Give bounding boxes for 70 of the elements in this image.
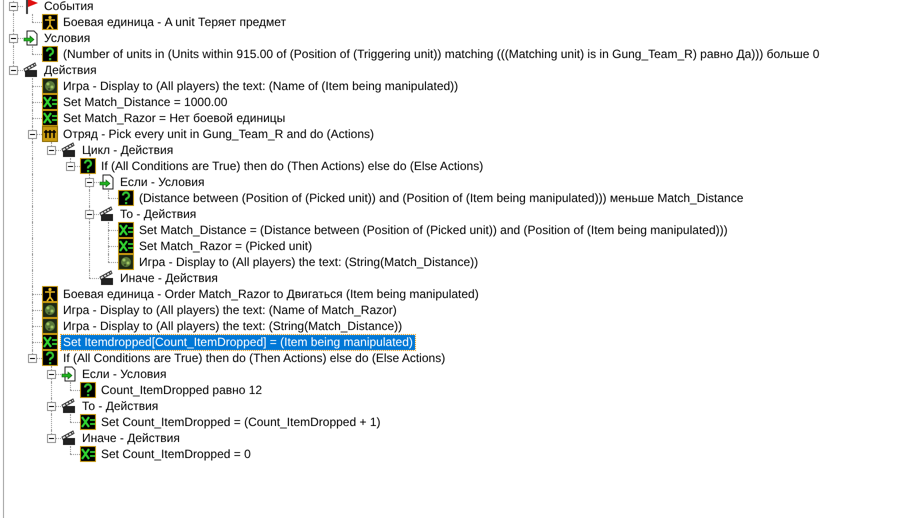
document-arrow-icon <box>61 366 77 382</box>
tree-item[interactable]: Цикл - Действия <box>80 142 176 158</box>
question-mark-icon <box>42 46 58 62</box>
tree-item[interactable]: (Distance between (Position of (Picked unit)) and (Position of (Item being manipulated))) меньше Match_Distance <box>137 190 746 206</box>
collapse-toggle[interactable] <box>28 354 37 363</box>
document-arrow-icon <box>23 30 39 46</box>
collapse-toggle[interactable] <box>9 34 18 43</box>
x-equals-icon <box>80 446 96 462</box>
tree-item[interactable]: То - Действия <box>118 206 198 222</box>
tree-item[interactable]: Игра - Display to (All players) the text: (Name of (Item being manipulated)) <box>61 78 460 94</box>
collapse-toggle[interactable] <box>47 434 56 443</box>
tree-item[interactable]: Если - Условия <box>118 174 206 190</box>
question-mark-icon <box>42 350 58 366</box>
tree-item[interactable]: Set Itemdropped[Count_ItemDropped] = (Item being manipulated) <box>61 334 415 350</box>
emblem-icon <box>42 318 58 334</box>
tree-item[interactable]: События <box>42 0 96 14</box>
tree-item[interactable]: Count_ItemDropped равно 12 <box>99 382 264 398</box>
collapse-toggle[interactable] <box>28 130 37 139</box>
tree-item[interactable]: Игра - Display to (All players) the text: (String(Match_Distance)) <box>137 254 480 270</box>
document-arrow-icon <box>99 174 115 190</box>
clapperboard-icon <box>61 398 77 414</box>
x-equals-icon <box>118 238 134 254</box>
collapse-toggle[interactable] <box>85 178 94 187</box>
collapse-toggle[interactable] <box>9 2 18 11</box>
collapse-toggle[interactable] <box>66 162 75 171</box>
tree-item[interactable]: Set Match_Razor = (Picked unit) <box>137 238 314 254</box>
tree-item[interactable]: Иначе - Действия <box>80 430 182 446</box>
question-mark-icon <box>80 382 96 398</box>
collapse-toggle[interactable] <box>47 370 56 379</box>
tree-item[interactable]: Set Count_ItemDropped = (Count_ItemDropped + 1) <box>99 414 382 430</box>
tree-item[interactable]: Если - Условия <box>80 366 168 382</box>
tree-item[interactable]: (Number of units in (Units within 915.00 of (Position of (Triggering unit)) matching (((Matching unit) is in Gung_Team_R) равно Да))) больше 0 <box>61 46 822 62</box>
collapse-toggle[interactable] <box>47 402 56 411</box>
tree-item[interactable]: Игра - Display to (All players) the text: (Name of Match_Razor) <box>61 302 399 318</box>
tree-item[interactable]: If (All Conditions are True) then do (Then Actions) else do (Else Actions) <box>99 158 486 174</box>
x-equals-icon <box>80 414 96 430</box>
collapse-toggle[interactable] <box>47 146 56 155</box>
clapperboard-icon <box>99 206 115 222</box>
question-mark-icon <box>118 190 134 206</box>
collapse-toggle[interactable] <box>85 210 94 219</box>
tree-item[interactable]: Иначе - Действия <box>118 270 220 286</box>
emblem-icon <box>42 302 58 318</box>
tree-item[interactable]: If (All Conditions are True) then do (Then Actions) else do (Else Actions) <box>61 350 448 366</box>
tree-item[interactable]: Set Match_Distance = (Distance between (Position of (Picked unit)) and (Position of (Item being manipulated))) <box>137 222 730 238</box>
tree-item[interactable]: Боевая единица - A unit Теряет предмет <box>61 14 288 30</box>
clapperboard-icon <box>23 62 39 78</box>
collapse-toggle[interactable] <box>9 66 18 75</box>
clapperboard-icon <box>61 142 77 158</box>
x-equals-icon <box>42 334 58 350</box>
emblem-icon <box>42 78 58 94</box>
emblem-icon <box>118 254 134 270</box>
tree-item[interactable]: Set Match_Distance = 1000.00 <box>61 94 230 110</box>
clapperboard-icon <box>61 430 77 446</box>
tree-item[interactable]: Боевая единица - Order Match_Razor to Двигаться (Item being manipulated) <box>61 286 481 302</box>
clapperboard-icon <box>99 270 115 286</box>
tree-item[interactable]: Set Count_ItemDropped = 0 <box>99 446 253 462</box>
figure-icon <box>42 286 58 302</box>
figure-icon <box>42 14 58 30</box>
x-equals-icon <box>42 94 58 110</box>
x-equals-icon <box>42 110 58 126</box>
question-mark-icon <box>80 158 96 174</box>
tree-item[interactable]: То - Действия <box>80 398 160 414</box>
tree-item[interactable]: Set Match_Razor = Нет боевой единицы <box>61 110 288 126</box>
tree-item[interactable]: Действия <box>42 62 99 78</box>
figures-icon <box>42 126 58 142</box>
tree-item[interactable]: Игра - Display to (All players) the text: (String(Match_Distance)) <box>61 318 404 334</box>
flag-icon <box>23 0 39 14</box>
tree-item[interactable]: Условия <box>42 30 92 46</box>
tree-item[interactable]: Отряд - Pick every unit in Gung_Team_R and do (Actions) <box>61 126 376 142</box>
x-equals-icon <box>118 222 134 238</box>
